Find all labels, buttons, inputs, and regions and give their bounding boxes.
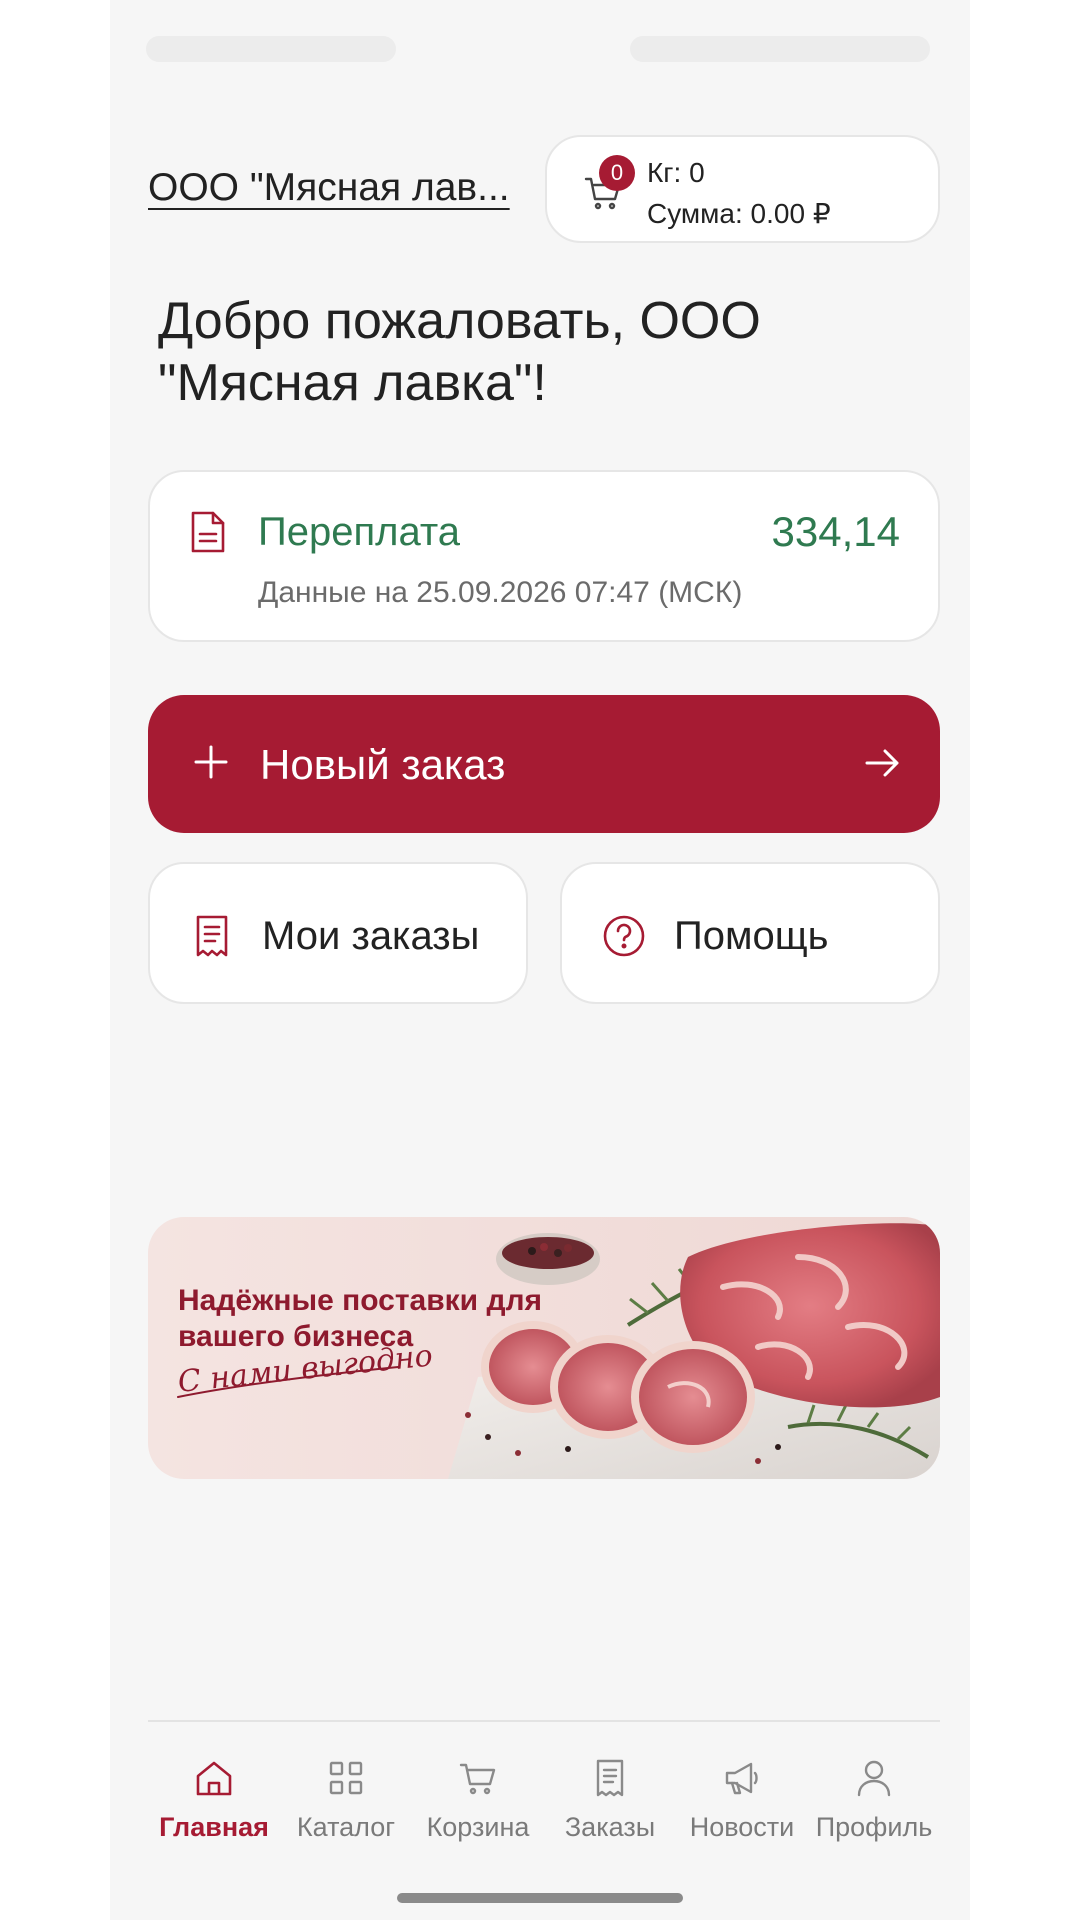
- cart-total: Сумма: 0.00 ₽: [647, 198, 831, 229]
- tab-home-label: Главная: [159, 1812, 269, 1842]
- tabbar-divider: [148, 1720, 940, 1722]
- user-icon: [857, 1760, 891, 1797]
- balance-value: 334,14: [771, 508, 900, 555]
- app-screen: ООО "Мясная лав... 0 Кг: 0 Сумма: 0.00 ₽…: [110, 0, 970, 1920]
- tab-orders[interactable]: Заказы: [544, 1752, 676, 1852]
- tab-news[interactable]: Новости: [676, 1752, 808, 1852]
- tab-home[interactable]: Главная: [148, 1752, 280, 1852]
- home-indicator[interactable]: [397, 1893, 683, 1903]
- balance-label: Переплата: [258, 510, 460, 554]
- tab-news-label: Новости: [689, 1812, 795, 1842]
- organization-link[interactable]: ООО "Мясная лав...: [148, 166, 510, 210]
- new-order-button[interactable]: Новый заказ: [148, 695, 940, 833]
- tab-profile[interactable]: Профиль: [808, 1752, 940, 1852]
- balance-card[interactable]: Переплата 334,14 Данные на 25.09.2026 07…: [148, 470, 940, 642]
- promo-banner[interactable]: Надёжные поставки для вашего бизнеса С н…: [148, 1217, 940, 1479]
- status-bar-left: [146, 36, 396, 62]
- plus-icon: [194, 745, 228, 779]
- document-icon: [191, 511, 225, 553]
- new-order-label: Новый заказ: [260, 741, 506, 788]
- help-label: Помощь: [674, 914, 829, 958]
- help-button[interactable]: Помощь: [560, 862, 940, 1004]
- tab-catalog[interactable]: Каталог: [280, 1752, 412, 1852]
- status-bar-right: [630, 36, 930, 62]
- cart-icon: [459, 1763, 496, 1795]
- receipt-icon: [196, 915, 228, 957]
- home-icon: [196, 1761, 232, 1796]
- receipt-icon: [596, 1759, 624, 1797]
- tab-orders-label: Заказы: [564, 1812, 656, 1842]
- grid-icon: [329, 1761, 363, 1795]
- status-bar: [110, 0, 970, 100]
- tab-profile-label: Профиль: [815, 1812, 933, 1842]
- cart-weight: Кг: 0: [647, 157, 705, 188]
- cart-summary-button[interactable]: 0 Кг: 0 Сумма: 0.00 ₽: [545, 135, 940, 243]
- tab-catalog-label: Каталог: [296, 1812, 396, 1842]
- cart-count-badge: 0: [599, 155, 635, 191]
- my-orders-label: Мои заказы: [262, 914, 480, 958]
- question-icon: [603, 915, 645, 957]
- balance-date: Данные на 25.09.2026 07:47 (МСК): [258, 576, 743, 609]
- welcome-heading: Добро пожаловать, ООО "Мясная лавка"!: [158, 292, 761, 412]
- bottom-tabbar: Главная Каталог Корзина Заказы Новости П…: [148, 1752, 940, 1852]
- megaphone-icon: [725, 1762, 758, 1795]
- arrow-right-icon: [865, 749, 899, 777]
- tab-cart-label: Корзина: [426, 1812, 530, 1842]
- tab-cart[interactable]: Корзина: [412, 1752, 544, 1852]
- my-orders-button[interactable]: Мои заказы: [148, 862, 528, 1004]
